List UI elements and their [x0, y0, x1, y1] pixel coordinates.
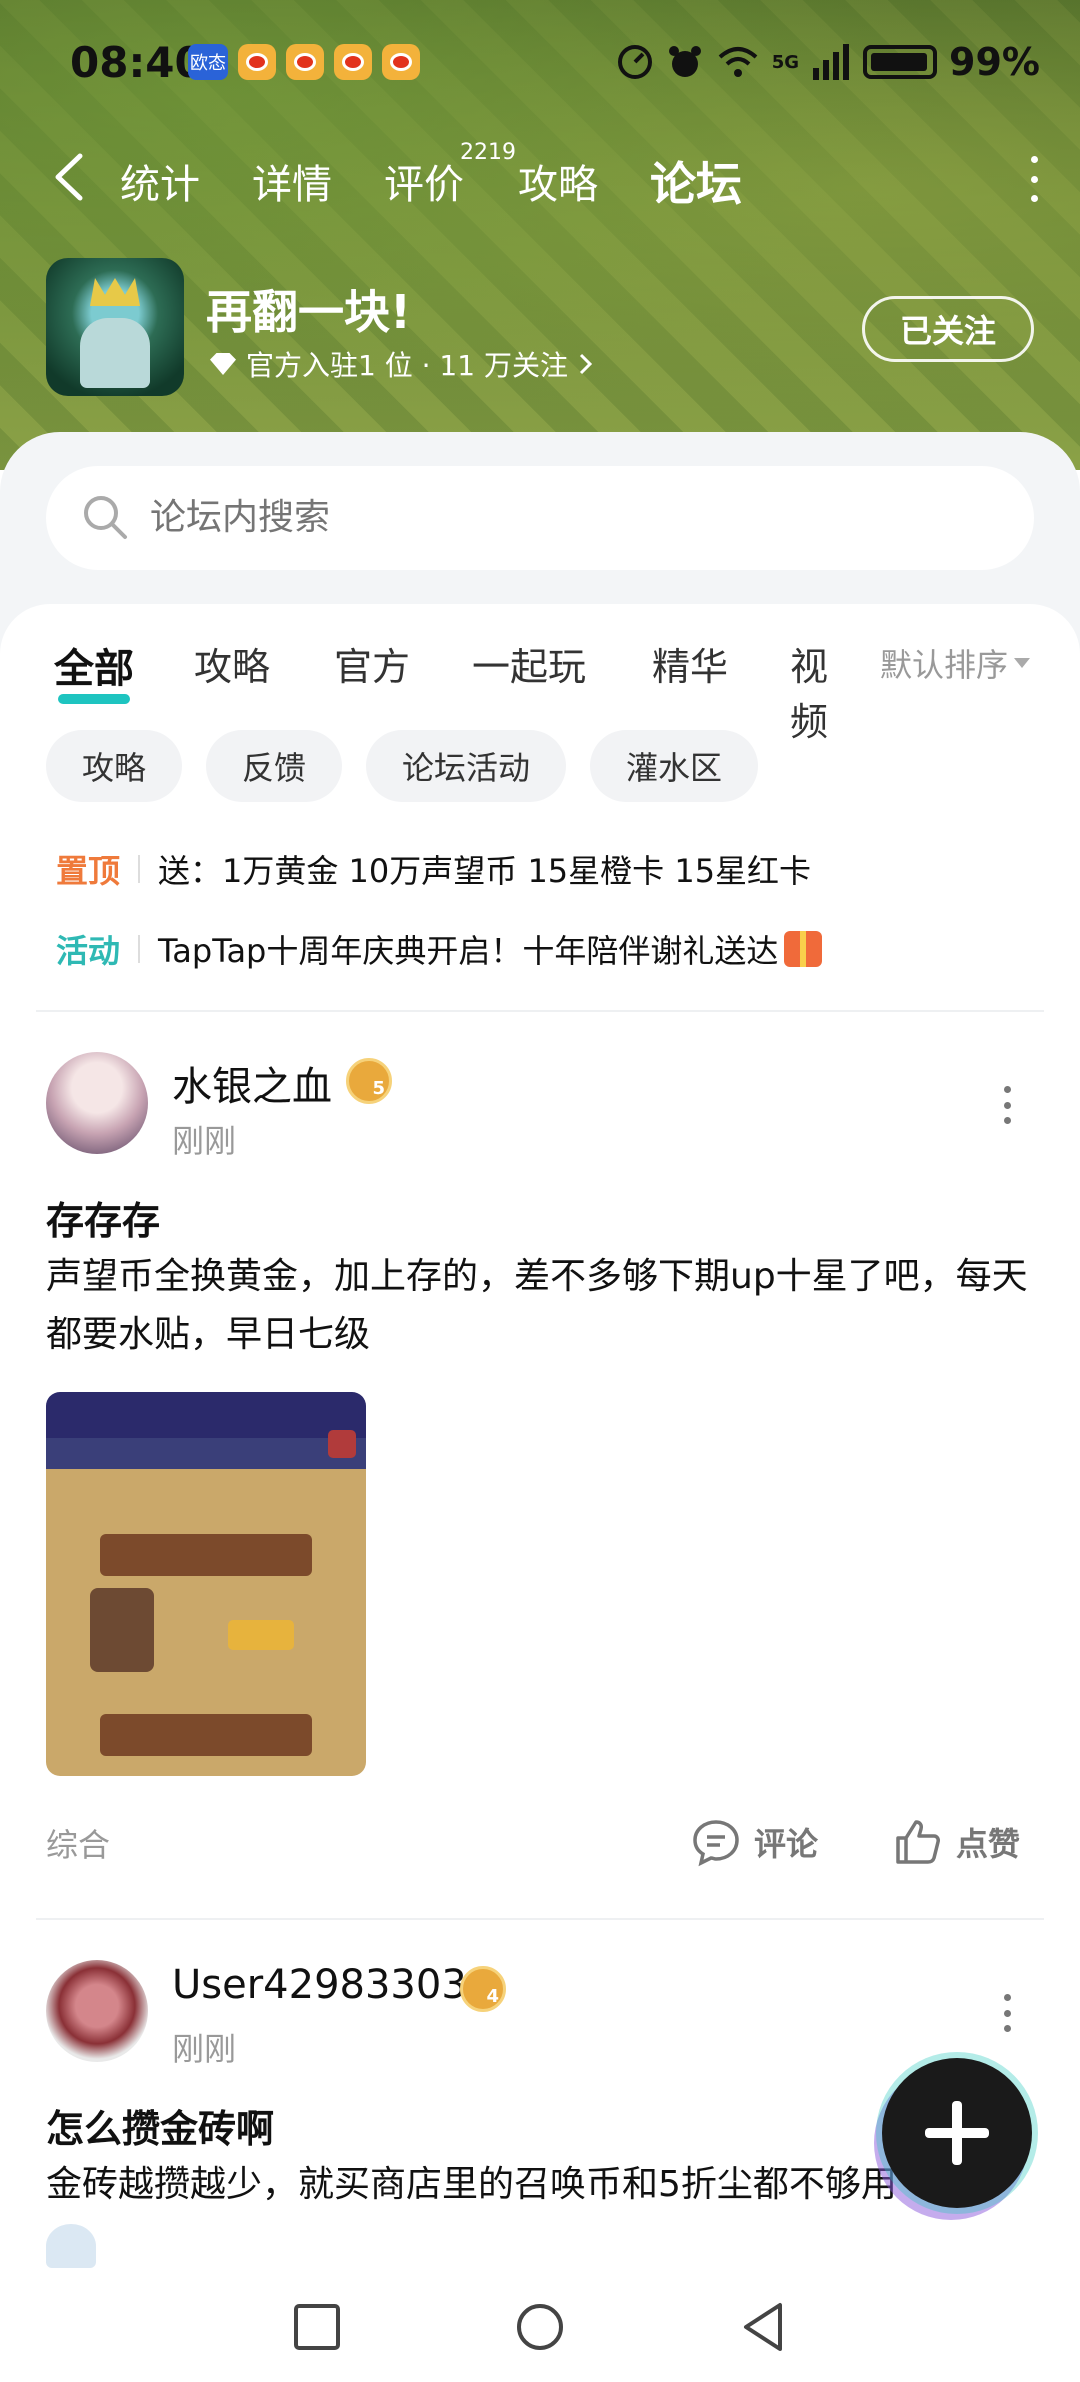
post-image-thumbnail[interactable]: [46, 1392, 366, 1776]
separator: [138, 855, 141, 883]
plus-icon: [925, 2101, 989, 2165]
post-title[interactable]: 怎么攒金砖啊: [46, 2098, 274, 2153]
diamond-icon: [210, 353, 236, 375]
top-navigation: 统计 详情 评价 2219 攻略 论坛: [0, 140, 1080, 220]
tab-guides[interactable]: 攻略: [518, 152, 598, 210]
speed-icon: [617, 45, 652, 79]
comment-icon: [693, 1820, 739, 1867]
image-decor: [100, 1534, 312, 1576]
review-count: 2219: [460, 140, 516, 165]
weibo-notification-icon: [286, 44, 324, 80]
category-tab-video[interactable]: 视频: [790, 636, 850, 746]
avatar[interactable]: [46, 1052, 148, 1154]
network-type: 5G: [771, 51, 800, 73]
battery-icon: [863, 45, 938, 79]
close-icon: [328, 1430, 356, 1458]
status-bar: 08:40 欧态 5G 99%: [0, 30, 1080, 100]
search-input[interactable]: [150, 466, 970, 570]
chip-guides[interactable]: 攻略: [46, 730, 183, 802]
post-time: 刚刚: [172, 1122, 237, 1160]
tab-details[interactable]: 详情: [252, 152, 332, 210]
more-options-icon[interactable]: [1028, 156, 1040, 202]
category-tab-official[interactable]: 官方: [334, 636, 410, 691]
pinned-text: 送：1万黄金 10万声望币 15星橙卡 15星红卡: [158, 852, 812, 890]
divider: [36, 1918, 1044, 1920]
pinned-notice[interactable]: 置顶 送：1万黄金 10万声望币 15星橙卡 15星红卡: [56, 846, 811, 892]
post-more-icon[interactable]: [1002, 1994, 1012, 2032]
pinned-tag: 置顶: [56, 852, 121, 890]
search-icon: [84, 496, 127, 539]
chip-feedback[interactable]: 反馈: [206, 730, 343, 802]
search-bar[interactable]: [46, 466, 1034, 570]
chevron-left-icon[interactable]: [50, 152, 90, 202]
chip-chat[interactable]: 灌水区: [590, 730, 759, 802]
game-meta-link[interactable]: 官方入驻1 位 · 11 万关注: [210, 344, 594, 384]
divider: [36, 1010, 1044, 1012]
activity-tag: 活动: [56, 932, 121, 970]
tab-forum[interactable]: 论坛: [650, 148, 742, 220]
chevron-right-icon: [579, 353, 593, 375]
activity-text: TapTap十周年庆典开启！十年陪伴谢礼送达: [158, 932, 779, 970]
status-time: 08:40: [70, 38, 204, 87]
image-decor: [90, 1588, 154, 1672]
subcategory-chips: 攻略 反馈 论坛活动 灌水区: [46, 730, 759, 802]
post-title[interactable]: 存存存: [46, 1190, 160, 1245]
weibo-notification-icon: [382, 44, 420, 80]
alarm-icon: [668, 46, 701, 77]
tab-reviews[interactable]: 评价: [384, 152, 464, 210]
tab-stats[interactable]: 统计: [120, 152, 200, 210]
signal-icon: [813, 44, 850, 80]
category-tab-play-together[interactable]: 一起玩: [472, 636, 586, 691]
image-decor: [100, 1714, 312, 1756]
thumb-up-icon: [896, 1820, 940, 1864]
like-label: 点赞: [956, 1825, 1021, 1863]
category-tab-guides[interactable]: 攻略: [194, 636, 270, 691]
create-post-button[interactable]: [882, 2058, 1032, 2208]
post-time: 刚刚: [172, 2030, 237, 2068]
image-decor: [228, 1620, 294, 1650]
post-category: 综合: [46, 1826, 111, 1864]
status-app-badge: 欧态: [188, 44, 228, 80]
level-badge-icon: 5: [346, 1058, 392, 1104]
post-body[interactable]: 声望币全换黄金，加上存的，差不多够下期up十星了吧，每天都要水贴，早日七级: [46, 1248, 1036, 1364]
avatar[interactable]: [46, 1960, 148, 2062]
comment-button[interactable]: 评论: [690, 1816, 818, 1868]
emoji-icon: [46, 2224, 96, 2268]
triangle-back-icon[interactable]: [736, 2300, 790, 2354]
separator: [138, 935, 141, 963]
sort-dropdown[interactable]: 默认排序: [880, 640, 1031, 686]
follow-button[interactable]: 已关注: [862, 296, 1034, 362]
game-icon[interactable]: [46, 258, 184, 396]
post-body[interactable]: 金砖越攒越少，就买商店里的召唤币和5折尘都不够用: [46, 2156, 1006, 2214]
sort-label: 默认排序: [880, 646, 1009, 684]
system-navigation-bar: [0, 2270, 1080, 2382]
category-tab-featured[interactable]: 精华: [652, 636, 728, 691]
status-indicators: 5G 99%: [616, 40, 1040, 84]
level-badge-icon: 4: [460, 1966, 506, 2012]
like-button[interactable]: 点赞: [892, 1816, 1020, 1868]
weibo-notification-icon: [238, 44, 276, 80]
battery-level: 99%: [949, 40, 1040, 84]
caret-down-icon: [1014, 658, 1031, 668]
square-icon[interactable]: [290, 2300, 344, 2354]
game-meta-text: 官方入驻1 位 · 11 万关注: [246, 349, 568, 382]
post-username[interactable]: 水银之血: [172, 1054, 332, 1112]
post-more-icon[interactable]: [1002, 1086, 1012, 1124]
comment-label: 评论: [754, 1825, 819, 1863]
gift-icon: [784, 931, 823, 967]
circle-icon[interactable]: [513, 2300, 567, 2354]
category-tab-all[interactable]: 全部: [54, 636, 134, 704]
activity-notice[interactable]: 活动 TapTap十周年庆典开启！十年陪伴谢礼送达: [56, 926, 823, 972]
chip-forum-events[interactable]: 论坛活动: [366, 730, 567, 802]
wifi-icon: [718, 47, 758, 77]
weibo-notification-icon: [334, 44, 372, 80]
post-username[interactable]: User42983303: [172, 1962, 467, 2008]
game-title: 再翻一块!: [206, 285, 411, 339]
